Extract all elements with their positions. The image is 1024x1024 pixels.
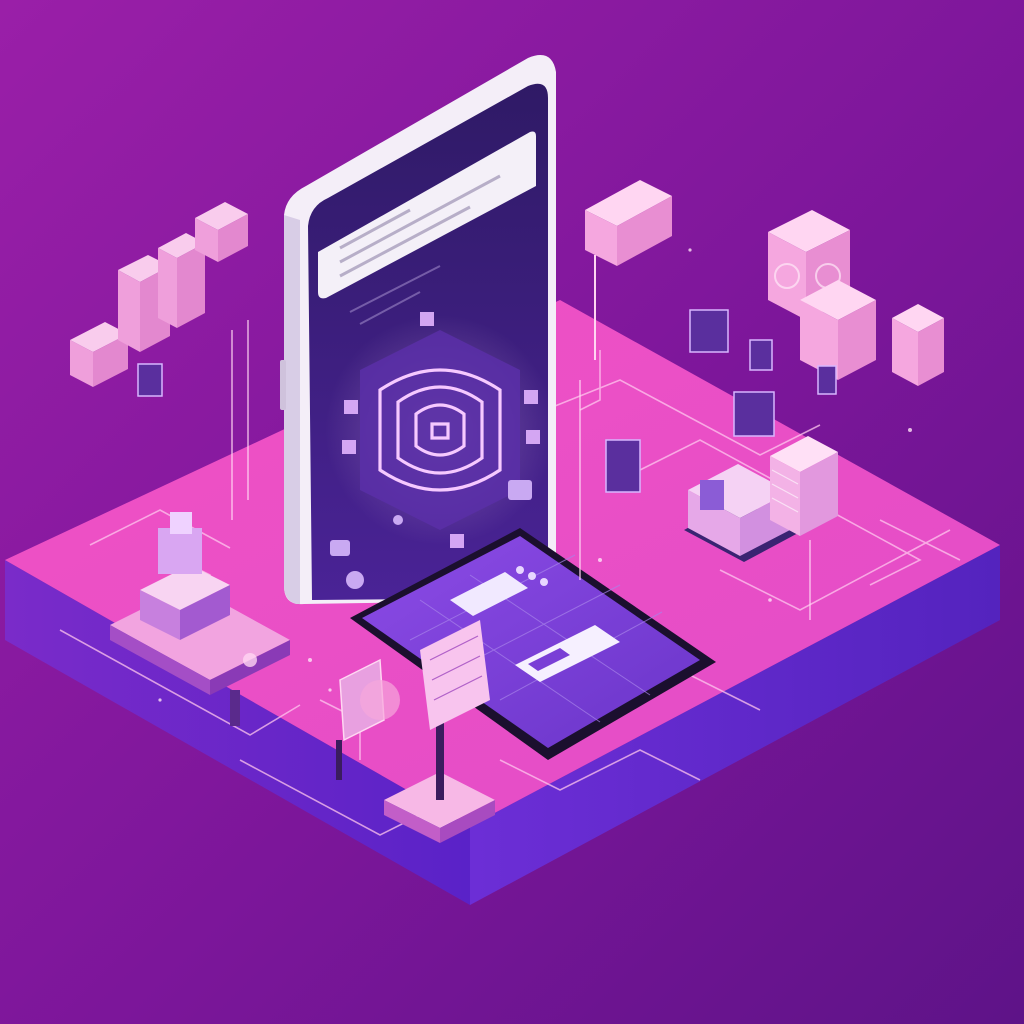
phone-frame-shade (284, 215, 300, 604)
illustration-canvas (0, 0, 1024, 1024)
phone-side-button (280, 360, 286, 410)
